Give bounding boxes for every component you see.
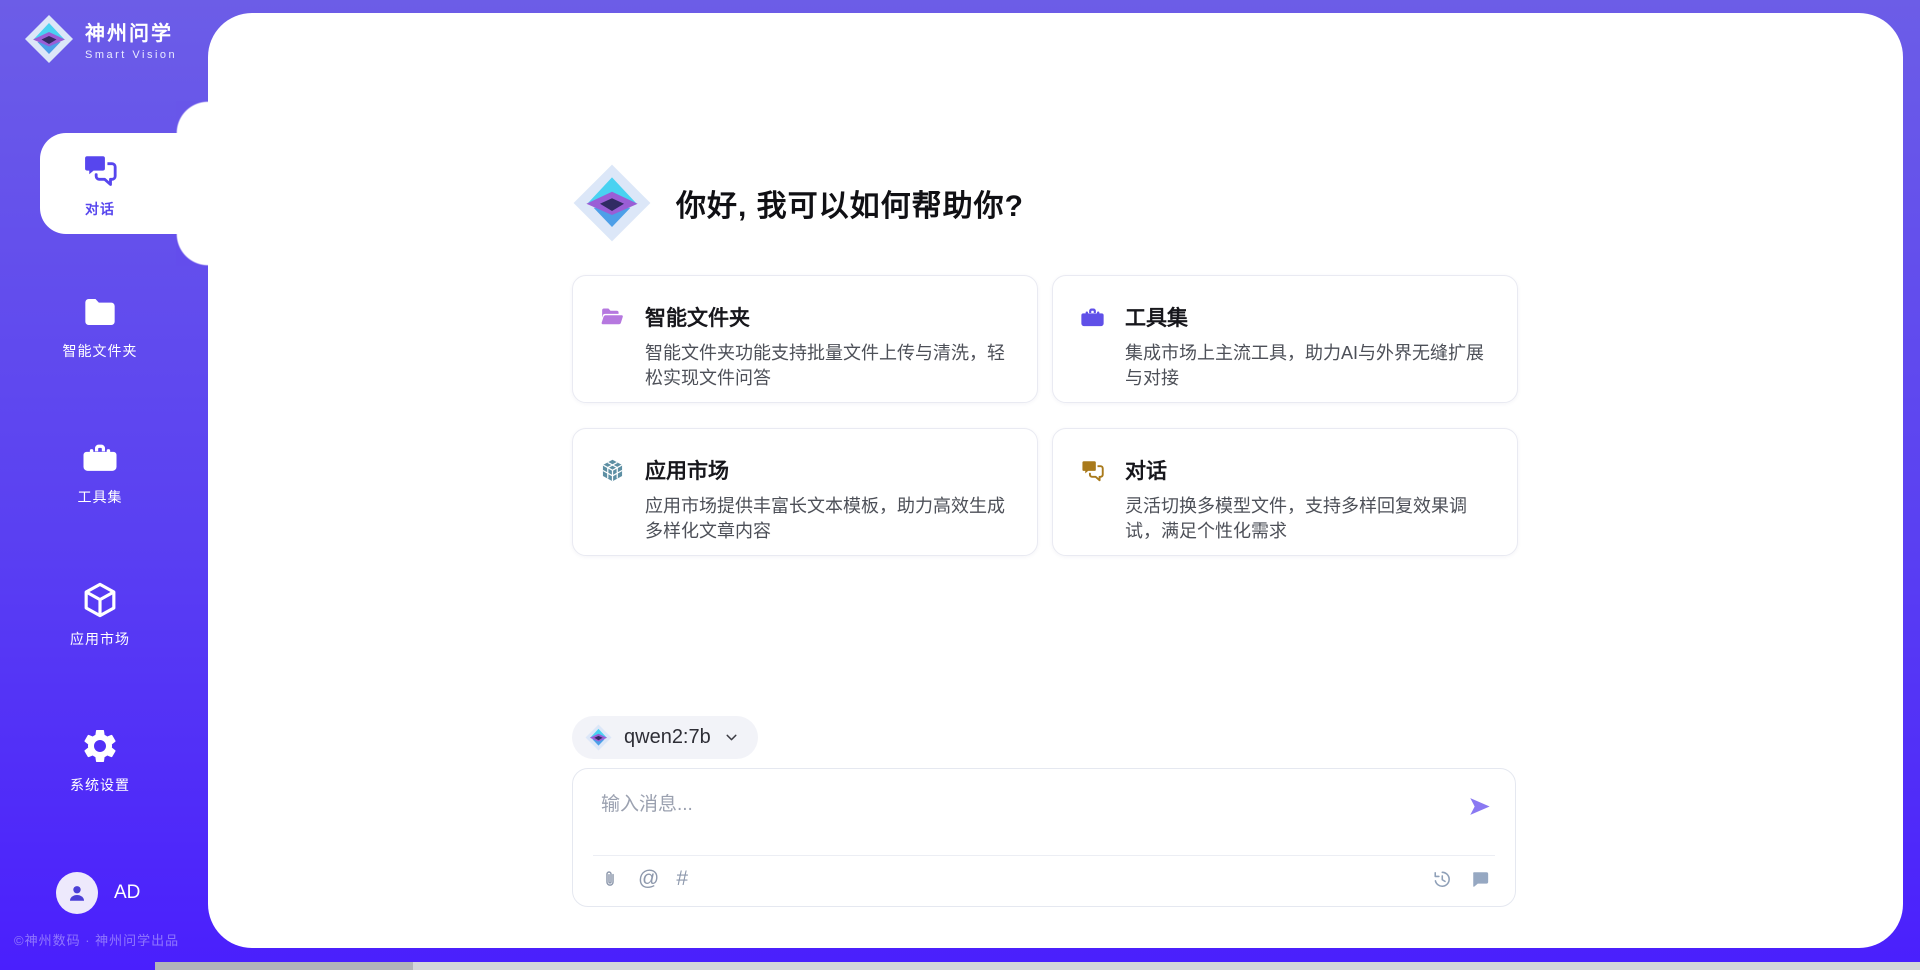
model-name: qwen2:7b (624, 726, 711, 749)
card-description: 集成市场上主流工具，助力AI与外界无缝扩展与对接 (1125, 341, 1491, 391)
card-title: 智能文件夹 (645, 302, 750, 332)
chevron-down-icon (723, 729, 740, 746)
card-description: 智能文件夹功能支持批量文件上传与清洗，轻松实现文件问答 (645, 341, 1011, 391)
chat-icon (1079, 457, 1106, 484)
sidebar-item-label: 系统设置 (70, 775, 130, 795)
composer-toolbar-right (1431, 868, 1491, 890)
welcome-diamond-logo-icon (572, 163, 652, 243)
history-icon[interactable] (1431, 868, 1453, 890)
card-title: 对话 (1125, 455, 1167, 485)
card-title: 应用市场 (645, 455, 729, 485)
card-chat[interactable]: 对话 灵活切换多模型文件，支持多样回复效果调试，满足个性化需求 (1052, 428, 1518, 556)
card-smart-folder[interactable]: 智能文件夹 智能文件夹功能支持批量文件上传与清洗，轻松实现文件问答 (572, 275, 1038, 403)
cube-icon (80, 580, 120, 620)
hash-icon[interactable]: # (676, 868, 688, 890)
chat-icon (80, 150, 120, 190)
card-title: 工具集 (1125, 302, 1188, 332)
at-icon[interactable]: @ (638, 868, 659, 890)
feature-cards: 智能文件夹 智能文件夹功能支持批量文件上传与清洗，轻松实现文件问答 工具集 集成… (572, 275, 1518, 556)
sidebar: 神州问学 Smart Vision 对话 智能文件夹 工具集 (0, 0, 208, 970)
brand: 神州问学 Smart Vision (24, 14, 177, 64)
user-profile[interactable]: AD (56, 872, 140, 914)
composer-divider (593, 855, 1495, 856)
card-description: 灵活切换多模型文件，支持多样回复效果调试，满足个性化需求 (1125, 494, 1491, 544)
sidebar-item-app-market[interactable]: 应用市场 (0, 580, 200, 649)
brand-subtitle: Smart Vision (85, 49, 177, 61)
model-diamond-logo-icon (585, 724, 612, 751)
tab-fillet-top (176, 101, 208, 133)
sidebar-item-label: 应用市场 (70, 629, 130, 649)
copyright: ©神州数码 · 神州问学出品 (14, 930, 179, 949)
horizontal-scrollbar-thumb[interactable] (155, 962, 413, 970)
sidebar-item-smart-folder[interactable]: 智能文件夹 (0, 292, 200, 361)
message-composer: @ # (572, 768, 1516, 907)
gear-icon (80, 726, 120, 766)
sidebar-item-label: 工具集 (78, 487, 123, 507)
sidebar-item-settings[interactable]: 系统设置 (0, 726, 200, 795)
greeting-text: 你好, 我可以如何帮助你? (676, 181, 1024, 225)
sidebar-item-chat[interactable]: 对话 (0, 150, 200, 219)
card-description: 应用市场提供丰富长文本模板，助力高效生成多样化文章内容 (645, 494, 1011, 544)
person-icon (64, 880, 90, 906)
sidebar-item-label: 对话 (85, 199, 115, 219)
paperclip-icon[interactable] (599, 868, 621, 890)
user-name: AD (114, 882, 140, 904)
welcome-block: 你好, 我可以如何帮助你? (572, 163, 1024, 243)
cube-grid-icon (599, 457, 626, 484)
toolbox-icon (1079, 304, 1106, 331)
card-app-market[interactable]: 应用市场 应用市场提供丰富长文本模板，助力高效生成多样化文章内容 (572, 428, 1038, 556)
composer-toolbar: @ # (599, 868, 688, 890)
model-selector[interactable]: qwen2:7b (572, 716, 758, 759)
brand-diamond-logo-icon (24, 14, 74, 64)
main-panel: 你好, 我可以如何帮助你? 智能文件夹 智能文件夹功能支持批量文件上传与清洗，轻… (208, 13, 1903, 948)
avatar (56, 872, 98, 914)
sidebar-item-toolset[interactable]: 工具集 (0, 438, 200, 507)
brand-name: 神州问学 (85, 17, 177, 46)
horizontal-scrollbar-track (155, 962, 1920, 970)
chat-bubble-icon[interactable] (1469, 868, 1491, 890)
tab-fillet-bottom (176, 234, 208, 266)
send-button[interactable] (1466, 793, 1493, 825)
toolbox-icon (80, 438, 120, 478)
send-icon (1466, 793, 1493, 820)
folder-icon (80, 292, 120, 332)
sidebar-item-label: 智能文件夹 (63, 341, 138, 361)
message-input[interactable] (601, 785, 1401, 825)
open-folder-icon (599, 304, 626, 331)
card-toolset[interactable]: 工具集 集成市场上主流工具，助力AI与外界无缝扩展与对接 (1052, 275, 1518, 403)
